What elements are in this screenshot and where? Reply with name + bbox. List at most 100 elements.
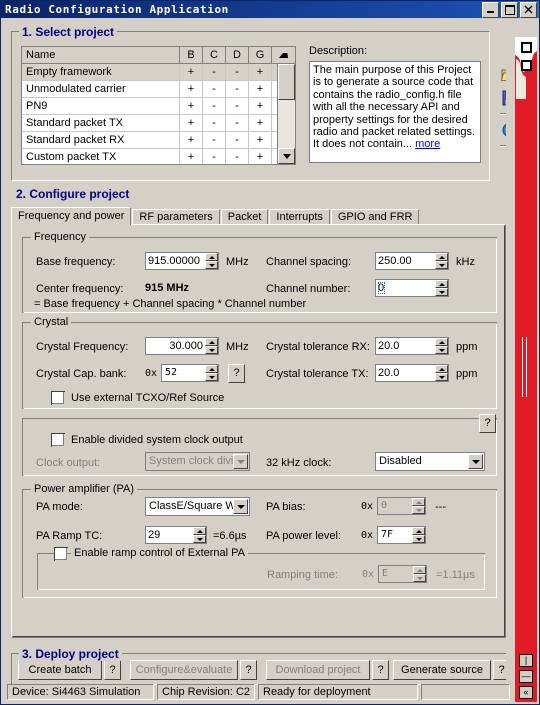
- side-panel-grip[interactable]: [521, 337, 531, 397]
- spin-up[interactable]: [412, 527, 425, 535]
- spin-down[interactable]: [412, 535, 425, 543]
- column-header-g[interactable]: G: [249, 47, 272, 63]
- base-frequency-spinner[interactable]: [205, 253, 218, 269]
- tab-packet[interactable]: Packet: [220, 209, 269, 225]
- crystal-cap-bank-help-button[interactable]: ?: [228, 364, 245, 383]
- side-panel-button-minimize[interactable]: —: [519, 670, 533, 683]
- pa-bias-spinner[interactable]: [412, 498, 425, 514]
- channel-number-value-wrap[interactable]: 0: [376, 280, 435, 296]
- channel-number-input[interactable]: 0: [375, 279, 449, 297]
- table-row[interactable]: PN9 + - - +: [22, 98, 295, 115]
- table-row[interactable]: Standard packet RX + - - +: [22, 132, 295, 149]
- crystal-cap-bank-spinner[interactable]: [205, 365, 218, 381]
- table-row[interactable]: Empty framework + - - +: [22, 64, 295, 81]
- use-external-tcxo-checkbox[interactable]: [51, 391, 65, 405]
- scrollbar-track[interactable]: [278, 64, 295, 148]
- channel-spacing-spinner[interactable]: [435, 253, 448, 269]
- spin-down[interactable]: [412, 506, 425, 514]
- column-header-b[interactable]: B: [180, 47, 203, 63]
- pa-power-level-spinner[interactable]: [412, 527, 425, 543]
- pa-ramp-tc-input[interactable]: 29: [145, 526, 207, 544]
- project-grid-scrollbar[interactable]: [277, 64, 295, 164]
- spin-up[interactable]: [412, 498, 425, 506]
- base-frequency-input[interactable]: 915.00000: [145, 252, 219, 270]
- spin-down[interactable]: [205, 261, 218, 269]
- crystal-tolerance-rx-spinner[interactable]: [435, 338, 448, 354]
- spin-up[interactable]: [435, 280, 448, 288]
- column-header-c[interactable]: C: [203, 47, 226, 63]
- ramping-time-input[interactable]: E: [378, 565, 427, 583]
- side-panel-button-restore[interactable]: |: [519, 654, 533, 667]
- maximize-button[interactable]: [501, 1, 518, 18]
- spin-down[interactable]: [413, 574, 426, 582]
- scroll-up-button[interactable]: [272, 47, 291, 63]
- channel-spacing-input[interactable]: 250.00: [375, 252, 449, 270]
- side-panel-checkbox-2[interactable]: [521, 60, 532, 71]
- side-panel-checkbox-1[interactable]: [521, 42, 532, 53]
- spin-up[interactable]: [205, 253, 218, 261]
- pa-power-level-value[interactable]: 7F: [378, 527, 412, 543]
- create-batch-help-button[interactable]: ?: [104, 660, 121, 680]
- spin-up[interactable]: [435, 253, 448, 261]
- create-batch-button[interactable]: Create batch: [18, 660, 102, 680]
- chevron-down-icon[interactable]: [468, 454, 483, 469]
- side-panel-button-collapse[interactable]: «: [519, 686, 533, 699]
- spin-down[interactable]: [193, 535, 206, 543]
- spin-up[interactable]: [193, 527, 206, 535]
- crystal-frequency-spinner[interactable]: [205, 338, 218, 354]
- tab-rf-parameters[interactable]: RF parameters: [132, 209, 220, 225]
- spin-up[interactable]: [435, 365, 448, 373]
- main-window-scrollbar[interactable]: [506, 37, 515, 683]
- crystal-tolerance-tx-spinner[interactable]: [435, 365, 448, 381]
- channel-number-spinner[interactable]: [435, 280, 448, 296]
- spin-up[interactable]: [205, 365, 218, 373]
- khz-clock-combo[interactable]: Disabled: [375, 452, 485, 471]
- minimize-button[interactable]: [482, 1, 499, 18]
- clock-output-combo[interactable]: System clock divid: [145, 452, 250, 471]
- tab-interrupts[interactable]: Interrupts: [269, 209, 330, 225]
- project-grid[interactable]: Name B C D G Empty framework + - - + Unmodula…: [21, 46, 296, 165]
- table-row[interactable]: Unmodulated carrier + - - +: [22, 81, 295, 98]
- crystal-frequency-value[interactable]: 30.000: [146, 338, 205, 354]
- crystal-frequency-input[interactable]: 30.000: [145, 337, 219, 355]
- spin-down[interactable]: [205, 346, 218, 354]
- configure-evaluate-help-button[interactable]: ?: [240, 660, 257, 680]
- spin-up[interactable]: [435, 338, 448, 346]
- pa-power-level-input[interactable]: 7F: [377, 526, 426, 544]
- crystal-tolerance-tx-value[interactable]: 20.0: [376, 365, 435, 381]
- enable-divided-clock-checkbox[interactable]: [51, 433, 65, 447]
- download-project-help-button[interactable]: ?: [372, 660, 389, 680]
- spin-up[interactable]: [205, 338, 218, 346]
- tab-gpio-and-frr[interactable]: GPIO and FRR: [330, 209, 420, 225]
- scroll-down-button[interactable]: [278, 148, 295, 164]
- table-row[interactable]: Standard packet TX + - - +: [22, 115, 295, 132]
- close-button[interactable]: [520, 1, 537, 18]
- crystal-cap-bank-input[interactable]: 52: [161, 364, 219, 382]
- spin-down[interactable]: [435, 288, 448, 296]
- ramping-time-spinner[interactable]: [413, 566, 426, 582]
- spin-down[interactable]: [435, 373, 448, 381]
- channel-spacing-value[interactable]: 250.00: [376, 253, 435, 269]
- tab-frequency-and-power[interactable]: Frequency and power: [11, 207, 132, 225]
- base-frequency-value[interactable]: 915.00000: [146, 253, 205, 269]
- spin-down[interactable]: [435, 261, 448, 269]
- side-panel[interactable]: | — «: [515, 37, 537, 702]
- crystal-tolerance-rx-value[interactable]: 20.0: [376, 338, 435, 354]
- spin-up[interactable]: [413, 566, 426, 574]
- crystal-tolerance-tx-input[interactable]: 20.0: [375, 364, 449, 382]
- pa-mode-combo[interactable]: ClassE/Square W: [145, 497, 250, 516]
- crystal-tolerance-rx-input[interactable]: 20.0: [375, 337, 449, 355]
- column-header-name[interactable]: Name: [22, 47, 180, 63]
- spin-down[interactable]: [205, 373, 218, 381]
- clock-help-button[interactable]: ?: [479, 414, 496, 433]
- pa-ramp-tc-spinner[interactable]: [193, 527, 206, 543]
- generate-source-button[interactable]: Generate source: [393, 660, 491, 680]
- pa-bias-input[interactable]: 0: [377, 497, 426, 515]
- table-row[interactable]: Custom packet TX + - - +: [22, 149, 295, 164]
- pa-ramp-tc-value[interactable]: 29: [146, 527, 193, 543]
- description-more-link[interactable]: more: [415, 138, 440, 150]
- chevron-down-icon[interactable]: [233, 454, 248, 469]
- scrollbar-thumb[interactable]: [278, 64, 295, 100]
- crystal-cap-bank-value[interactable]: 52: [162, 365, 205, 381]
- chevron-down-icon[interactable]: [233, 499, 248, 514]
